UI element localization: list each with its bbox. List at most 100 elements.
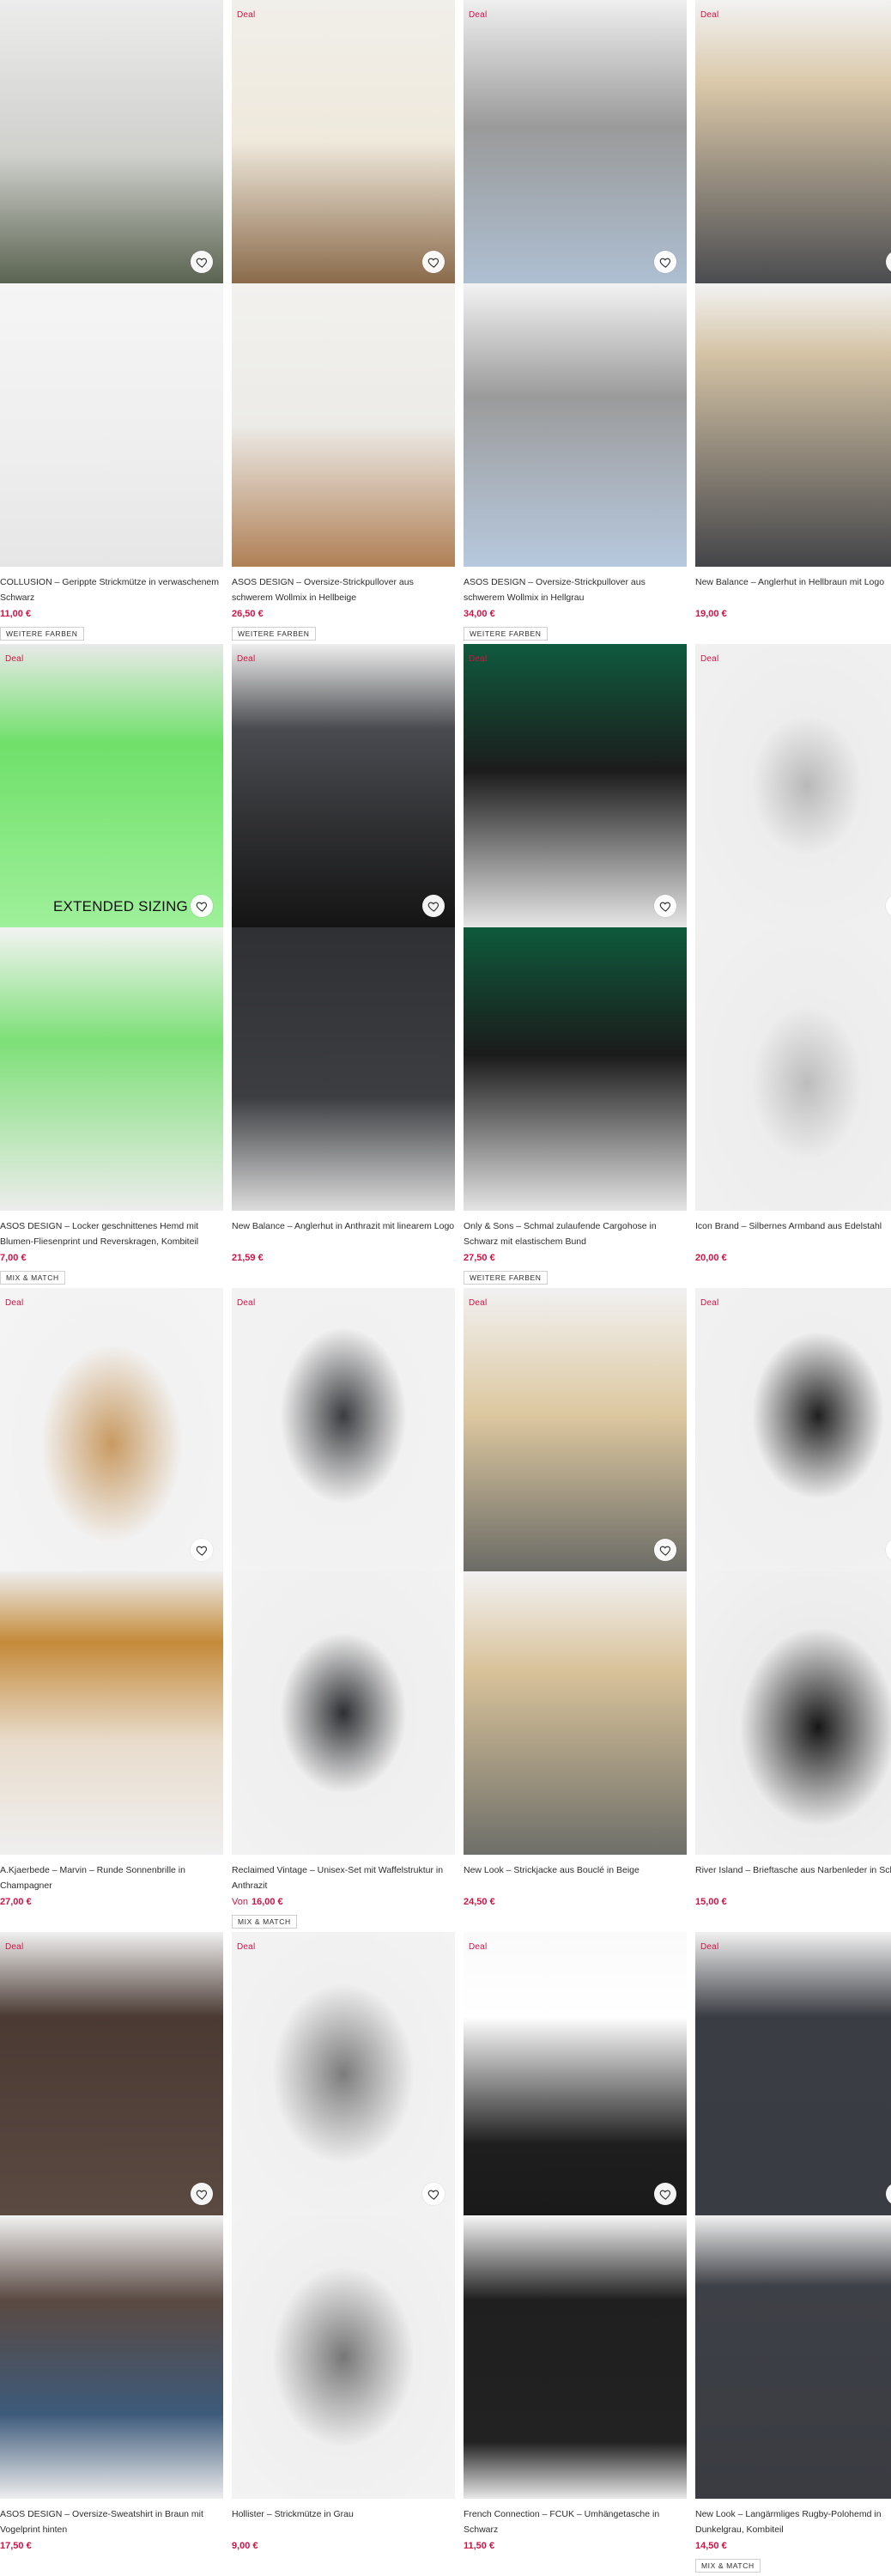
more-colours-badge[interactable]: WEITERE FARBEN: [0, 627, 84, 641]
save-for-later-button[interactable]: [654, 1539, 676, 1561]
product-photo-alt[interactable]: [232, 283, 455, 567]
price-value: 15,00 €: [695, 1897, 727, 1907]
product-photo-alt[interactable]: [232, 1571, 455, 1855]
product-image[interactable]: Deal: [232, 644, 455, 1211]
product-photo-model[interactable]: [232, 0, 455, 283]
product-title[interactable]: New Balance – Anglerhut in Hellbraun mit…: [695, 574, 891, 607]
product-title[interactable]: New Balance – Anglerhut in Anthrazit mit…: [232, 1218, 455, 1251]
save-for-later-button[interactable]: [422, 251, 445, 273]
product-title[interactable]: French Connection – FCUK – Umhängetasche…: [464, 2506, 687, 2539]
save-for-later-button[interactable]: [422, 895, 445, 917]
product-photo-model[interactable]: [0, 0, 223, 283]
product-photo-model[interactable]: [232, 1288, 455, 1571]
more-colours-badge[interactable]: WEITERE FARBEN: [232, 627, 316, 641]
product-photo-alt[interactable]: [695, 283, 891, 567]
product-title[interactable]: COLLUSION – Gerippte Strickmütze in verw…: [0, 574, 223, 607]
product-photo-alt[interactable]: [464, 1571, 687, 1855]
product-image[interactable]: Deal: [232, 0, 455, 567]
product-image[interactable]: Deal: [0, 1932, 223, 2499]
product-title[interactable]: A.Kjaerbede – Marvin – Runde Sonnenbrill…: [0, 1862, 223, 1895]
product-photo-model[interactable]: [695, 1932, 891, 2215]
product-photo-alt[interactable]: [464, 283, 687, 567]
product-card[interactable]: Deal A.Kjaerbede – Marvin – Runde Sonnen…: [0, 1288, 223, 1907]
product-title[interactable]: Icon Brand – Silbernes Armband aus Edels…: [695, 1218, 891, 1251]
product-card[interactable]: Deal ASOS DESIGN – Oversize-Strickpullov…: [232, 0, 455, 641]
product-card[interactable]: Deal New Balance – Anglerhut in Anthrazi…: [232, 644, 455, 1263]
product-photo-alt[interactable]: [695, 1571, 891, 1855]
more-colours-badge[interactable]: WEITERE FARBEN: [464, 627, 548, 641]
product-title[interactable]: ASOS DESIGN – Oversize-Strickpullover au…: [464, 574, 687, 607]
save-for-later-button[interactable]: [191, 251, 213, 273]
product-photo-model[interactable]: [0, 1932, 223, 2215]
product-image[interactable]: Deal: [464, 1288, 687, 1855]
product-title[interactable]: New Look – Strickjacke aus Bouclé in Bei…: [464, 1862, 687, 1895]
product-photo-model[interactable]: [464, 644, 687, 927]
more-colours-badge[interactable]: WEITERE FARBEN: [464, 1271, 548, 1285]
product-photo-model[interactable]: [695, 644, 891, 927]
mix-match-badge[interactable]: MIX & MATCH: [695, 2559, 761, 2573]
product-photo-model[interactable]: [0, 1288, 223, 1571]
product-photo-alt[interactable]: [695, 927, 891, 1211]
product-title[interactable]: River Island – Brieftasche aus Narbenled…: [695, 1862, 891, 1895]
product-image[interactable]: Deal: [464, 0, 687, 567]
product-card[interactable]: Deal New Look – Strickjacke aus Bouclé i…: [464, 1288, 687, 1907]
product-photo-model[interactable]: [232, 1932, 455, 2215]
product-card[interactable]: Deal New Look – Langärmliges Rugby-Poloh…: [695, 1932, 891, 2573]
product-card[interactable]: Deal Icon Brand – Silbernes Armband aus …: [695, 644, 891, 1263]
product-card[interactable]: Deal New Balance – Anglerhut in Hellbrau…: [695, 0, 891, 619]
product-card[interactable]: COLLUSION – Gerippte Strickmütze in verw…: [0, 0, 223, 641]
product-photo-alt[interactable]: [464, 927, 687, 1211]
product-photo-model[interactable]: [695, 0, 891, 283]
product-card[interactable]: Deal Only & Sons – Schmal zulaufende Car…: [464, 644, 687, 1285]
product-image[interactable]: Deal: [232, 1932, 455, 2499]
product-title[interactable]: ASOS DESIGN – Oversize-Strickpullover au…: [232, 574, 455, 607]
product-title[interactable]: ASOS DESIGN – Oversize-Sweatshirt in Bra…: [0, 2506, 223, 2539]
product-photo-alt[interactable]: [232, 927, 455, 1211]
product-title[interactable]: ASOS DESIGN – Locker geschnittenes Hemd …: [0, 1218, 223, 1251]
save-for-later-button[interactable]: [191, 895, 213, 917]
product-image[interactable]: Deal: [464, 644, 687, 1211]
product-card[interactable]: Deal French Connection – FCUK – Umhänget…: [464, 1932, 687, 2551]
product-photo-model[interactable]: [232, 644, 455, 927]
product-image[interactable]: Deal: [0, 1288, 223, 1855]
product-title[interactable]: Hollister – Strickmütze in Grau: [232, 2506, 455, 2539]
product-card[interactable]: Deal River Island – Brieftasche aus Narb…: [695, 1288, 891, 1907]
save-for-later-button[interactable]: [191, 1539, 213, 1561]
product-card[interactable]: Deal Reclaimed Vintage – Unisex-Set mit …: [232, 1288, 455, 1929]
product-card[interactable]: Deal ASOS DESIGN – Oversize-Strickpullov…: [464, 0, 687, 641]
product-photo-alt[interactable]: [0, 1571, 223, 1855]
product-image[interactable]: Deal: [695, 644, 891, 1211]
mix-match-badge[interactable]: MIX & MATCH: [0, 1271, 65, 1285]
product-photo-model[interactable]: [464, 1288, 687, 1571]
save-for-later-button[interactable]: [654, 251, 676, 273]
save-for-later-button[interactable]: [191, 2183, 213, 2205]
product-photo-alt[interactable]: [695, 2215, 891, 2499]
product-photo-alt[interactable]: [0, 283, 223, 567]
product-card[interactable]: Deal EXTENDED SIZING ASOS DESIGN – Locke…: [0, 644, 223, 1285]
product-photo-model[interactable]: [0, 644, 223, 927]
product-photo-alt[interactable]: [464, 2215, 687, 2499]
product-image[interactable]: Deal: [695, 0, 891, 567]
product-photo-alt[interactable]: [232, 2215, 455, 2499]
product-photo-model[interactable]: [464, 1932, 687, 2215]
product-title[interactable]: Reclaimed Vintage – Unisex-Set mit Waffe…: [232, 1862, 455, 1895]
product-image[interactable]: [0, 0, 223, 567]
product-image[interactable]: Deal: [464, 1932, 687, 2499]
product-photo-alt[interactable]: [0, 2215, 223, 2499]
product-image[interactable]: Deal: [232, 1288, 455, 1855]
save-for-later-button[interactable]: [654, 2183, 676, 2205]
heart-outline-icon: [196, 902, 207, 912]
product-card[interactable]: Deal ASOS DESIGN – Oversize-Sweatshirt i…: [0, 1932, 223, 2551]
save-for-later-button[interactable]: [654, 895, 676, 917]
product-title[interactable]: Only & Sons – Schmal zulaufende Cargohos…: [464, 1218, 687, 1251]
product-photo-model[interactable]: [695, 1288, 891, 1571]
mix-match-badge[interactable]: MIX & MATCH: [232, 1915, 297, 1929]
product-image[interactable]: Deal EXTENDED SIZING: [0, 644, 223, 1211]
product-image[interactable]: Deal: [695, 1288, 891, 1855]
product-card[interactable]: Deal Hollister – Strickmütze in Grau 9,0…: [232, 1932, 455, 2551]
product-image[interactable]: Deal: [695, 1932, 891, 2499]
product-photo-model[interactable]: [464, 0, 687, 283]
save-for-later-button[interactable]: [422, 2183, 445, 2205]
product-photo-alt[interactable]: [0, 927, 223, 1211]
product-title[interactable]: New Look – Langärmliges Rugby-Polohemd i…: [695, 2506, 891, 2539]
